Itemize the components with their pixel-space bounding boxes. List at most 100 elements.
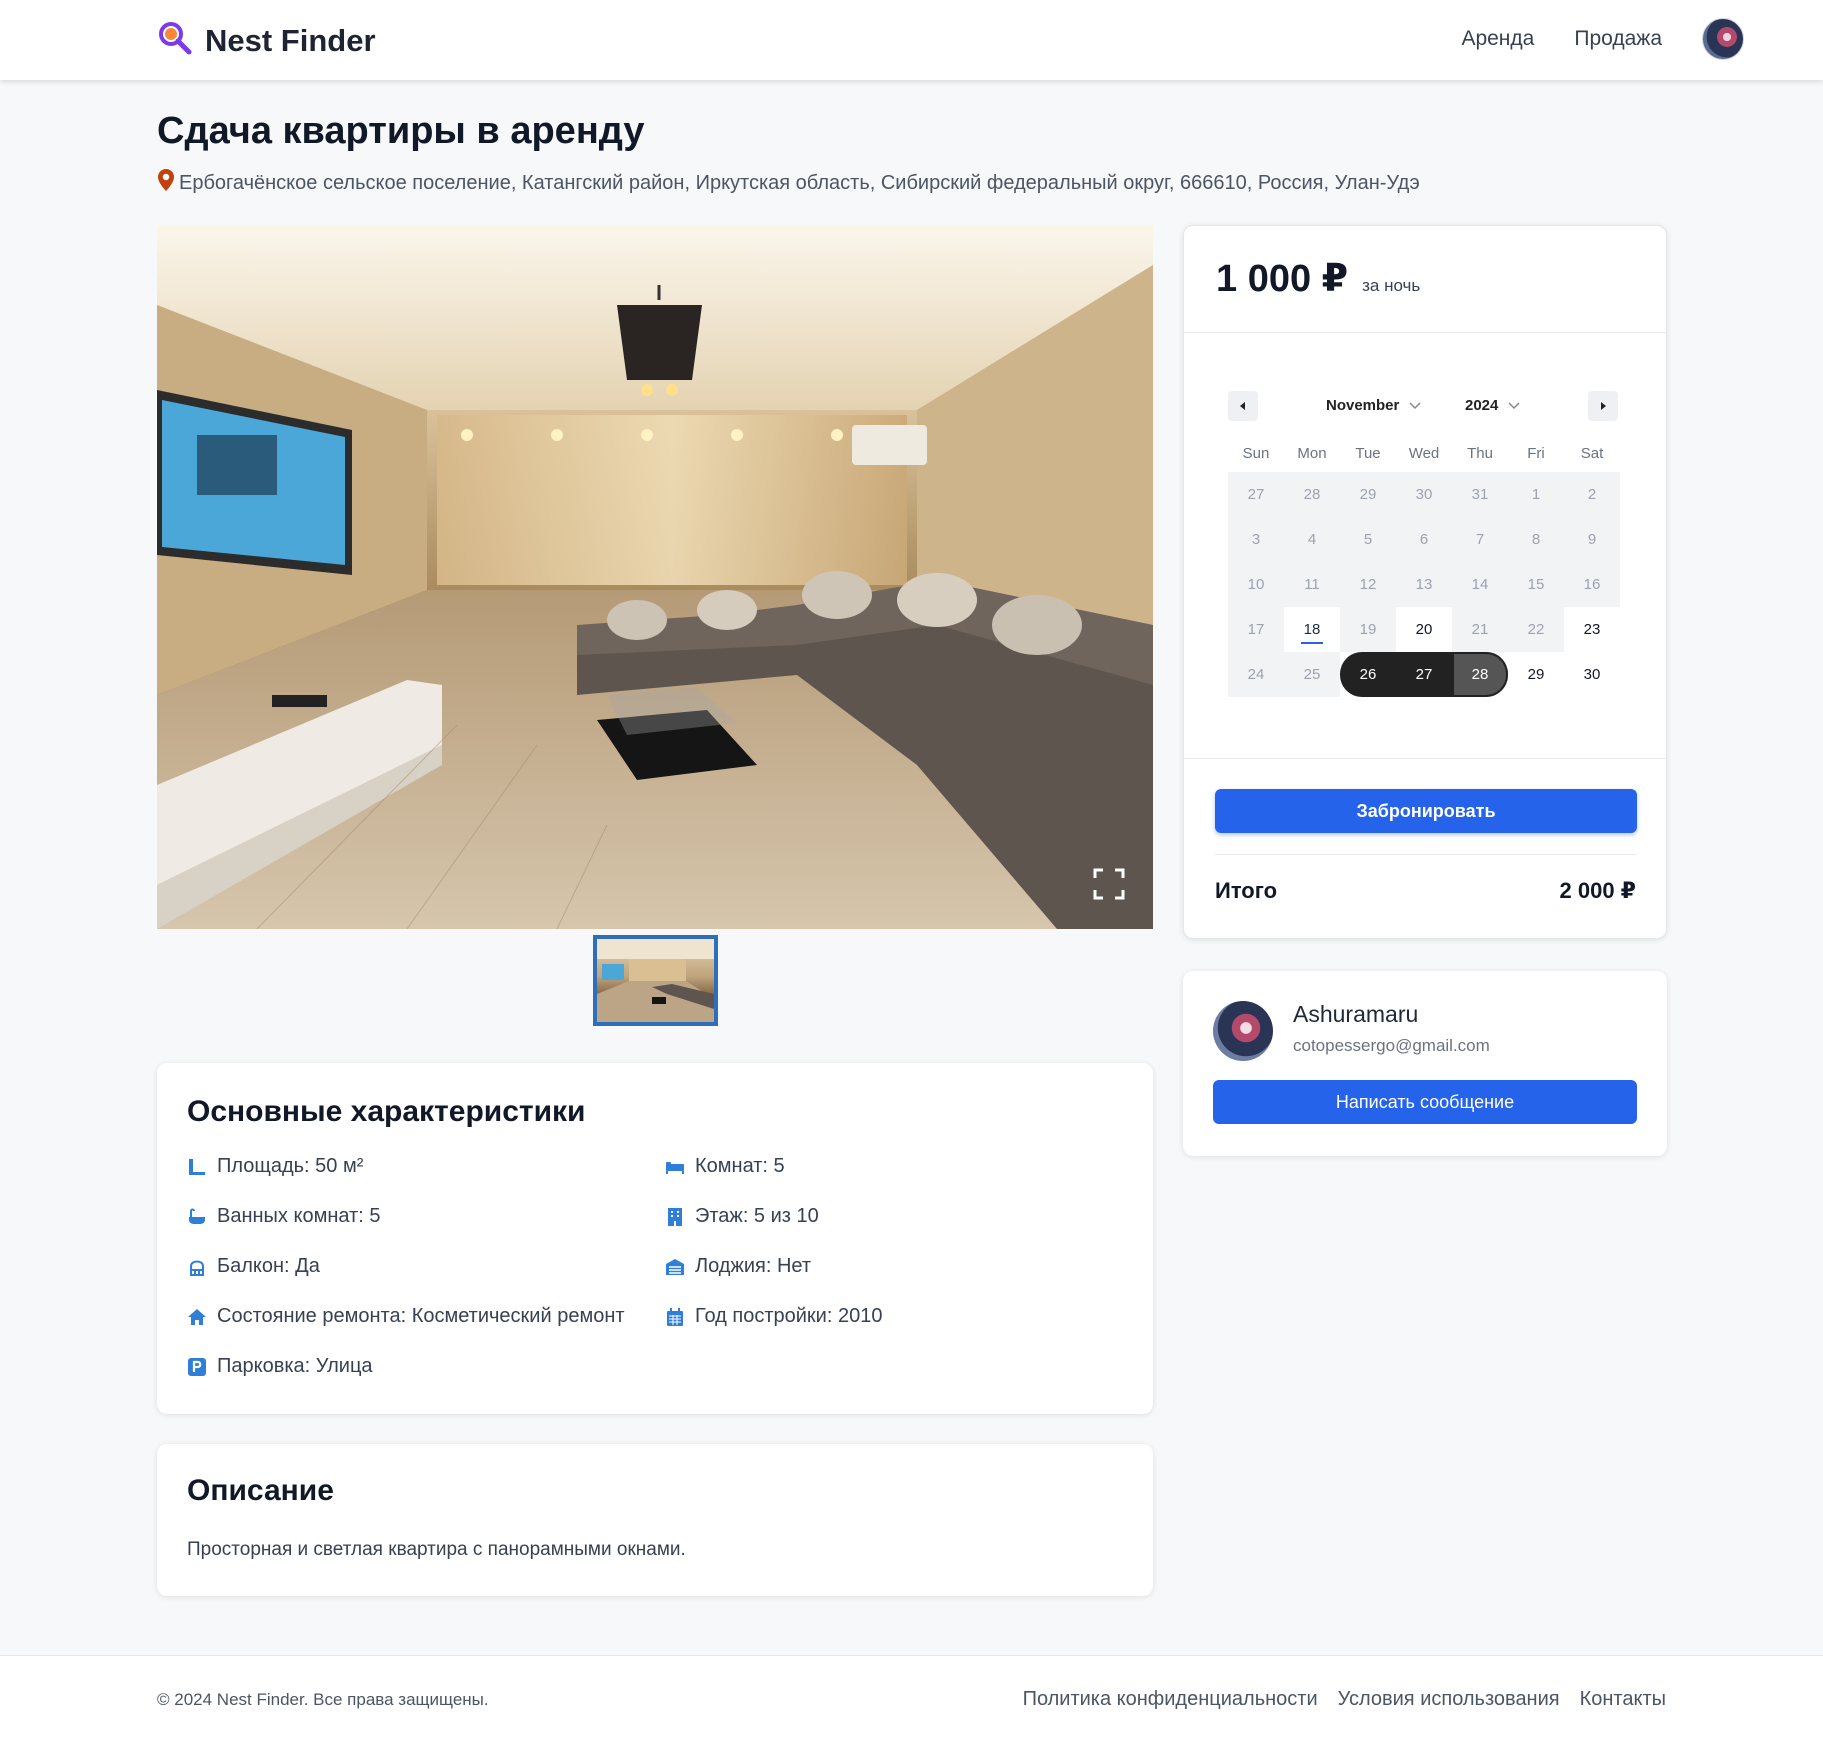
chevron-down-icon bbox=[1508, 401, 1520, 409]
feature-balcony-text: Балкон: Да bbox=[217, 1255, 320, 1277]
map-pin-icon bbox=[157, 168, 175, 198]
owner-avatar[interactable] bbox=[1213, 1001, 1273, 1061]
calendar-day-disabled: 30 bbox=[1396, 472, 1452, 517]
calendar-day[interactable]: 20 bbox=[1396, 607, 1452, 652]
divider bbox=[1184, 758, 1666, 759]
calendar-day-selected-end[interactable]: 28 bbox=[1452, 652, 1508, 697]
calendar-day[interactable]: 23 bbox=[1564, 607, 1620, 652]
calendar-header: November 2024 bbox=[1228, 391, 1618, 421]
calendar-day[interactable]: 30 bbox=[1564, 652, 1620, 697]
parking-icon bbox=[188, 1357, 206, 1376]
contacts-link[interactable]: Контакты bbox=[1580, 1688, 1666, 1711]
weekday-row: Sun Mon Tue Wed Thu Fri Sat bbox=[1228, 436, 1620, 472]
price-value: 1 000 ₽ bbox=[1216, 258, 1349, 300]
calendar-day-disabled: 22 bbox=[1508, 607, 1564, 652]
calendar-day-disabled: 12 bbox=[1340, 562, 1396, 607]
feature-parking-text: Парковка: Улица bbox=[217, 1355, 373, 1377]
building-icon bbox=[668, 1207, 682, 1226]
calendar-day-disabled: 21 bbox=[1452, 607, 1508, 652]
feature-floor-text: Этаж: 5 из 10 bbox=[695, 1205, 819, 1227]
price-row: 1 000 ₽ за ночь bbox=[1216, 256, 1420, 301]
feature-loggia: Лоджия: Нет bbox=[665, 1255, 811, 1278]
next-month-button[interactable] bbox=[1588, 391, 1618, 421]
divider bbox=[1184, 332, 1666, 333]
owner-email: cotopessergo@gmail.com bbox=[1293, 1036, 1490, 1055]
description-card: Описание Просторная и светлая квартира с… bbox=[157, 1444, 1153, 1596]
terms-link[interactable]: Условия использования bbox=[1338, 1688, 1560, 1711]
weekday-label: Tue bbox=[1355, 445, 1381, 462]
calendar-day-disabled: 5 bbox=[1340, 517, 1396, 562]
logo[interactable]: Nest Finder bbox=[157, 20, 376, 61]
weekday-label: Thu bbox=[1467, 445, 1493, 462]
weekday-label: Fri bbox=[1527, 445, 1545, 462]
weekday-label: Wed bbox=[1408, 445, 1440, 462]
feature-year: Год постройки: 2010 bbox=[665, 1305, 882, 1328]
feature-parking: Парковка: Улица bbox=[187, 1355, 373, 1378]
top-header: Nest Finder Аренда Продажа bbox=[0, 0, 1823, 80]
calendar-day-disabled: 31 bbox=[1452, 472, 1508, 517]
calendar-day-disabled: 19 bbox=[1340, 607, 1396, 652]
calendar-week: 27 28 29 30 31 1 2 bbox=[1228, 472, 1620, 517]
feature-year-text: Год постройки: 2010 bbox=[695, 1305, 883, 1327]
features-card: Основные характеристики Площадь: 50 м² К… bbox=[157, 1063, 1153, 1414]
calendar-week: 24 25 26 27 28 29 30 bbox=[1228, 652, 1620, 697]
calendar-day-disabled: 9 bbox=[1564, 517, 1620, 562]
bath-icon bbox=[189, 1208, 205, 1224]
send-message-button[interactable]: Написать сообщение bbox=[1213, 1080, 1637, 1124]
loggia-icon bbox=[666, 1258, 684, 1275]
feature-rooms-text: Комнат: 5 bbox=[695, 1155, 785, 1177]
booking-card: 1 000 ₽ за ночь November 2024 Sun Mon Tu… bbox=[1183, 225, 1667, 939]
calendar-day-disabled: 14 bbox=[1452, 562, 1508, 607]
divider bbox=[1215, 854, 1637, 855]
calendar-day-disabled: 2 bbox=[1564, 472, 1620, 517]
weekday-label: Sat bbox=[1580, 445, 1604, 462]
calendar-day-disabled: 29 bbox=[1340, 472, 1396, 517]
feature-renovation-text: Состояние ремонта: Косметический ремонт bbox=[217, 1305, 625, 1327]
calendar-day-disabled: 27 bbox=[1228, 472, 1284, 517]
chevron-down-icon bbox=[1409, 401, 1421, 409]
calendar-day-disabled: 7 bbox=[1452, 517, 1508, 562]
copyright-text: © 2024 Nest Finder. Все права защищены. bbox=[157, 1690, 489, 1709]
prev-month-button[interactable] bbox=[1228, 391, 1258, 421]
weekday-label: Mon bbox=[1297, 445, 1327, 462]
nav-sale[interactable]: Продажа bbox=[1574, 27, 1662, 51]
calendar-week: 3 4 5 6 7 8 9 bbox=[1228, 517, 1620, 562]
fullscreen-icon[interactable] bbox=[1093, 868, 1125, 905]
month-select[interactable]: November bbox=[1326, 397, 1421, 414]
month-label: November bbox=[1326, 397, 1400, 414]
book-button[interactable]: Забронировать bbox=[1215, 789, 1637, 833]
footer-links: Политика конфиденциальности Условия испо… bbox=[1023, 1688, 1666, 1711]
feature-balcony: Балкон: Да bbox=[187, 1255, 320, 1278]
feature-bathrooms-text: Ванных комнат: 5 bbox=[217, 1205, 381, 1227]
price-period: за ночь bbox=[1362, 276, 1421, 295]
calendar-icon bbox=[667, 1307, 683, 1326]
calendar-day-disabled: 10 bbox=[1228, 562, 1284, 607]
bed-icon bbox=[666, 1161, 684, 1174]
photo-thumbnail[interactable] bbox=[593, 935, 718, 1026]
logo-text: Nest Finder bbox=[205, 22, 376, 58]
user-avatar[interactable] bbox=[1702, 18, 1744, 60]
calendar-day-disabled: 24 bbox=[1228, 652, 1284, 697]
nav-rent[interactable]: Аренда bbox=[1461, 27, 1534, 51]
calendar-day-disabled: 6 bbox=[1396, 517, 1452, 562]
feature-floor: Этаж: 5 из 10 bbox=[665, 1205, 819, 1228]
search-logo-icon bbox=[157, 20, 193, 61]
main-photo[interactable] bbox=[157, 225, 1153, 929]
feature-area-text: Площадь: 50 м² bbox=[217, 1155, 364, 1177]
calendar-day-disabled: 17 bbox=[1228, 607, 1284, 652]
caret-right-icon bbox=[1601, 402, 1606, 410]
total-label: Итого bbox=[1215, 878, 1278, 903]
description-text: Просторная и светлая квартира с панорамн… bbox=[187, 1539, 686, 1560]
calendar-day-selected-start[interactable]: 26 bbox=[1340, 652, 1396, 697]
calendar-day-disabled: 13 bbox=[1396, 562, 1452, 607]
feature-area: Площадь: 50 м² bbox=[187, 1155, 363, 1178]
year-select[interactable]: 2024 bbox=[1465, 397, 1520, 414]
calendar-day-disabled: 15 bbox=[1508, 562, 1564, 607]
calendar-day-disabled: 4 bbox=[1284, 517, 1340, 562]
privacy-policy-link[interactable]: Политика конфиденциальности bbox=[1023, 1688, 1318, 1711]
calendar-day[interactable]: 29 bbox=[1508, 652, 1564, 697]
weekday-label: Sun bbox=[1242, 445, 1270, 462]
feature-rooms: Комнат: 5 bbox=[665, 1155, 785, 1178]
calendar-day-selected[interactable]: 27 bbox=[1396, 652, 1452, 697]
calendar-week: 17 18 19 20 21 22 23 bbox=[1228, 607, 1620, 652]
